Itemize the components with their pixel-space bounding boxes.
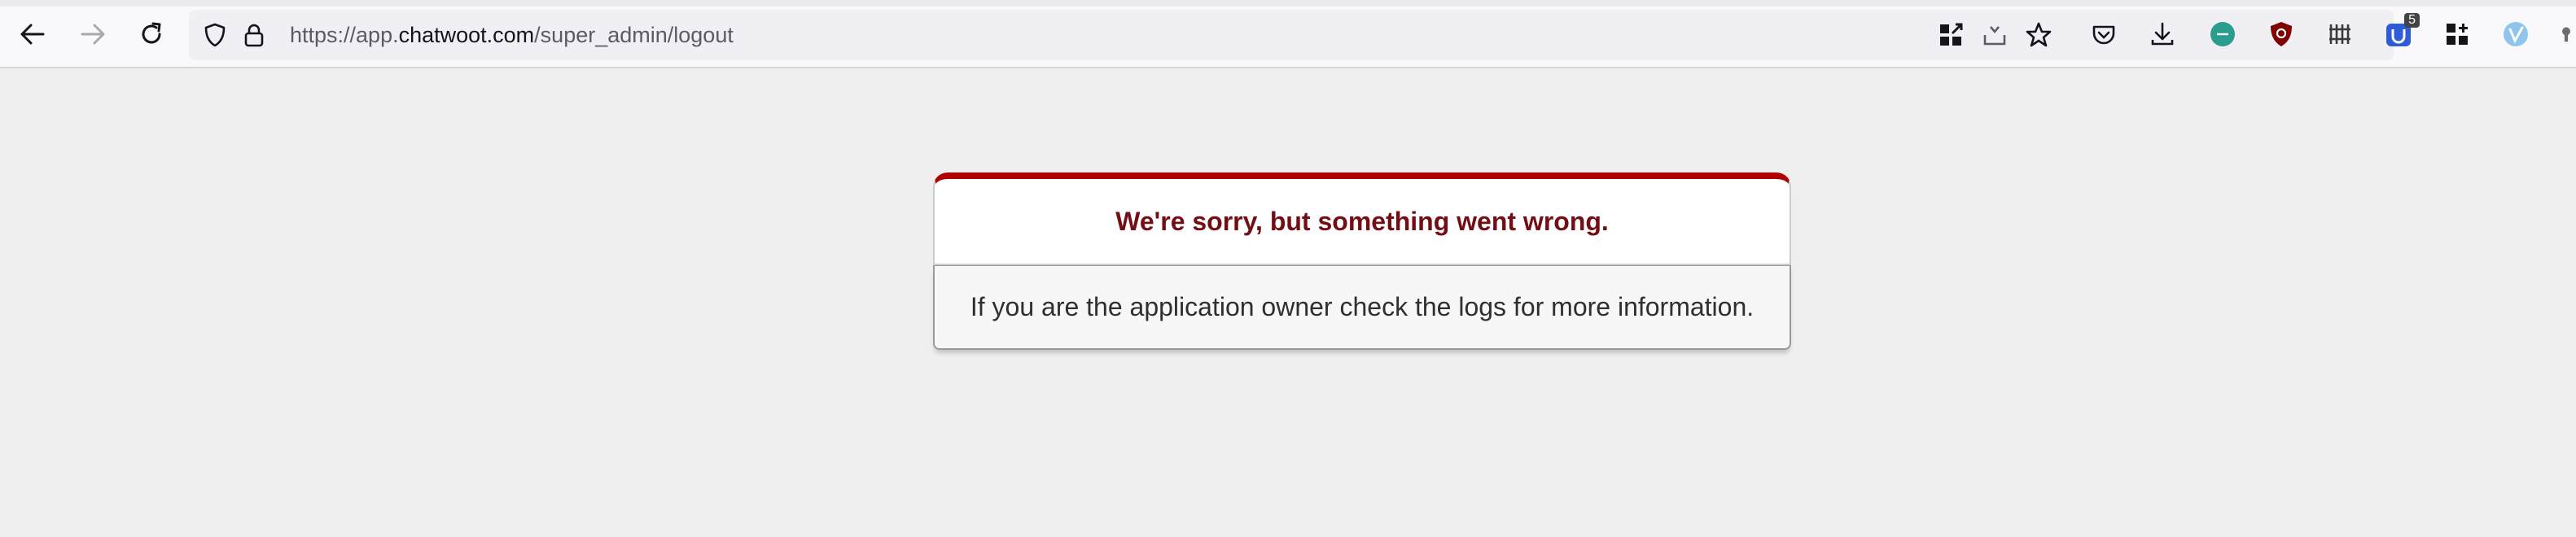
url-prefix: https://app. bbox=[290, 23, 399, 47]
lock-icon[interactable] bbox=[239, 20, 269, 50]
tracking-protection-shield-icon[interactable] bbox=[200, 20, 230, 50]
pocket-icon[interactable] bbox=[2088, 18, 2120, 50]
extension-green-icon[interactable] bbox=[2206, 18, 2239, 50]
extension-u-icon[interactable]: 5 bbox=[2382, 13, 2420, 50]
forward-arrow-icon bbox=[81, 24, 105, 45]
ublock-icon[interactable] bbox=[2265, 18, 2298, 50]
reload-icon bbox=[142, 22, 161, 44]
bookmark-star-icon[interactable] bbox=[2024, 20, 2053, 50]
extension-v-icon[interactable] bbox=[2499, 18, 2532, 50]
error-title: We're sorry, but something went wrong. bbox=[1115, 206, 1609, 236]
overflow-extension-icon[interactable] bbox=[2556, 18, 2576, 50]
tab-strip-edge bbox=[0, 0, 2576, 7]
qr-code-icon[interactable] bbox=[1936, 20, 1965, 50]
browser-toolbar: https://app.chatwoot.com/super_admin/log… bbox=[0, 0, 2576, 68]
error-dialog-body: If you are the application owner check t… bbox=[933, 265, 1791, 350]
download-icon[interactable] bbox=[2146, 18, 2179, 50]
back-arrow-icon bbox=[20, 24, 45, 45]
extensions-grid-icon[interactable] bbox=[2441, 18, 2473, 50]
error-message: If you are the application owner check t… bbox=[970, 292, 1755, 321]
forward-button[interactable] bbox=[75, 16, 111, 52]
url-path: /super_admin/logout bbox=[534, 23, 734, 47]
url-text[interactable]: https://app.chatwoot.com/super_admin/log… bbox=[290, 10, 734, 60]
error-dialog: We're sorry, but something went wrong. I… bbox=[933, 172, 1791, 350]
url-host: chatwoot.com bbox=[398, 23, 535, 47]
page-content: We're sorry, but something went wrong. I… bbox=[0, 68, 2576, 537]
extension-grid-bars-icon[interactable] bbox=[2324, 18, 2356, 50]
error-dialog-header: We're sorry, but something went wrong. bbox=[933, 172, 1791, 265]
address-bar[interactable]: https://app.chatwoot.com/super_admin/log… bbox=[189, 10, 2394, 60]
reload-button[interactable] bbox=[134, 16, 169, 52]
back-button[interactable] bbox=[15, 16, 50, 52]
save-to-pocket-icon[interactable] bbox=[1980, 20, 2009, 50]
extension-badge: 5 bbox=[2404, 13, 2420, 28]
